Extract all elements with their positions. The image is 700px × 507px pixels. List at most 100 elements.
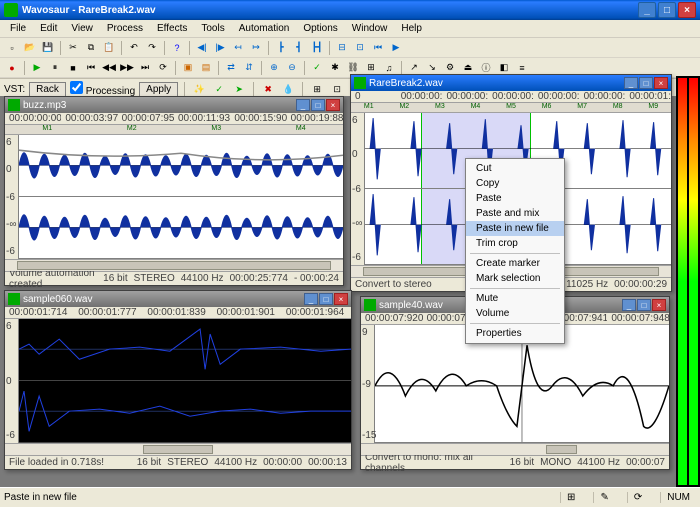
copy-icon[interactable]: ⧉ [83,40,99,56]
end-icon[interactable]: ⏭ [137,60,153,76]
doc-close-button[interactable]: × [334,293,348,305]
rack-button[interactable]: Rack [29,82,66,97]
doc-rare-titlebar[interactable]: RareBreak2.wav _ □ × [351,75,671,91]
maximize-button[interactable]: □ [658,2,676,18]
status-tool2-icon[interactable]: ✎ [593,492,614,503]
status-tool3-icon[interactable]: ⟳ [627,492,648,503]
doc-max-button[interactable]: □ [639,77,653,89]
crop-icon[interactable]: ⊡ [352,40,368,56]
new-icon[interactable]: ▫ [4,40,20,56]
processing-checkbox[interactable]: Processing [70,81,135,97]
loop-left-icon[interactable]: ↤ [230,40,246,56]
undo-icon[interactable]: ↶ [126,40,142,56]
ctx-copy[interactable]: Copy [466,176,564,191]
pause-icon[interactable]: ⏸ [47,60,63,76]
cfg1-icon[interactable]: ⊞ [309,81,325,97]
swap-icon[interactable]: ⇄ [223,60,239,76]
trim-icon[interactable]: ⊟ [334,40,350,56]
doc-close-button[interactable]: × [654,77,668,89]
ctx-paste-new-file[interactable]: Paste in new file [466,221,564,236]
doc-min-button[interactable]: _ [622,299,636,311]
mdi-area: buzz.mp3 _ □ × 00:00:00:00000:00:03:9770… [0,96,676,487]
help-icon[interactable]: ? [169,40,185,56]
menu-file[interactable]: File [4,21,32,36]
right-arrow-icon[interactable]: ➤ [231,81,247,97]
marker-row[interactable]: M1M2M3M4M5M6M7M8M9 [351,103,671,113]
play-small-icon[interactable]: ▶ [388,40,404,56]
ctx-mark-selection[interactable]: Mark selection [466,271,564,286]
menu-edit[interactable]: Edit [34,21,63,36]
open-icon[interactable]: 📂 [22,40,38,56]
doc-max-button[interactable]: □ [637,299,651,311]
cut-icon[interactable]: ✂ [65,40,81,56]
loop-icon[interactable]: ⟳ [155,60,171,76]
flip-icon[interactable]: ⇵ [241,60,257,76]
ctx-volume[interactable]: Volume [466,306,564,321]
sel-end-icon[interactable]: ┫ [291,40,307,56]
doc-min-button[interactable]: _ [296,99,310,111]
back-icon[interactable]: ◀◀ [101,60,117,76]
ctx-cut[interactable]: Cut [466,161,564,176]
sel-start-icon[interactable]: ┣ [273,40,289,56]
menu-help[interactable]: Help [395,21,428,36]
menu-tools[interactable]: Tools [195,21,230,36]
doc-close-button[interactable]: × [326,99,340,111]
play-icon[interactable]: ▶ [29,60,45,76]
ctx-paste[interactable]: Paste [466,191,564,206]
paste-icon[interactable]: 📋 [101,40,117,56]
doc-max-button[interactable]: □ [311,99,325,111]
ctx-paste-mix[interactable]: Paste and mix [466,206,564,221]
zoom-sel-icon[interactable]: ⊕ [266,60,282,76]
cfg2-icon[interactable]: ⊡ [329,81,345,97]
waveform-area[interactable]: 60-6 [5,319,351,443]
menu-options[interactable]: Options [297,21,343,36]
doc-max-button[interactable]: □ [319,293,333,305]
minimize-button[interactable]: _ [638,2,656,18]
fwd-icon[interactable]: ▶▶ [119,60,135,76]
save-icon[interactable]: 💾 [40,40,56,56]
ctx-separator [470,288,560,289]
stop-icon[interactable]: ■ [65,60,81,76]
loop-right-icon[interactable]: ↦ [248,40,264,56]
sel-all-icon[interactable]: ┣┫ [309,40,325,56]
context-menu: Cut Copy Paste Paste and mix Paste in ne… [465,158,565,344]
process-icon[interactable]: ✓ [309,60,325,76]
close-button[interactable]: × [678,2,696,18]
menu-automation[interactable]: Automation [233,21,296,36]
ctx-properties[interactable]: Properties [466,326,564,341]
marker-left-icon[interactable]: ◀| [194,40,210,56]
status-tool1-icon[interactable]: ⊞ [560,492,581,503]
skip-back-icon[interactable]: ⏮ [370,40,386,56]
apply-button[interactable]: Apply [139,82,178,97]
rewind-icon[interactable]: ⏮ [83,60,99,76]
waveform-area[interactable]: 60-6-∞-6 [5,135,343,259]
h-scrollbar[interactable] [5,443,351,455]
menu-view[interactable]: View [65,21,99,36]
h-scrollbar[interactable] [361,443,669,455]
ctx-trim-crop[interactable]: Trim crop [466,236,564,251]
check-icon[interactable]: ✓ [211,81,227,97]
marker-row[interactable]: M1M2M3M4 [5,125,343,135]
fx-icon[interactable]: ✱ [327,60,343,76]
marker-right-icon[interactable]: |▶ [212,40,228,56]
redo-icon[interactable]: ↷ [144,40,160,56]
menu-process[interactable]: Process [101,21,149,36]
doc-min-button[interactable]: _ [624,77,638,89]
h-scrollbar[interactable] [5,259,343,271]
cancel-icon[interactable]: ✖ [260,81,276,97]
doc-buzz-titlebar[interactable]: buzz.mp3 _ □ × [5,97,343,113]
ctx-create-marker[interactable]: Create marker [466,256,564,271]
sel-b-icon[interactable]: ▤ [198,60,214,76]
record-icon[interactable]: ● [4,60,20,76]
sel-a-icon[interactable]: ▣ [180,60,196,76]
ctx-mute[interactable]: Mute [466,291,564,306]
menu-window[interactable]: Window [346,21,394,36]
wand-icon[interactable]: ✨ [191,81,207,97]
menu-effects[interactable]: Effects [151,21,193,36]
dropper-icon[interactable]: 💧 [280,81,296,97]
zoom-full-icon[interactable]: ⊖ [284,60,300,76]
doc-s060-titlebar[interactable]: sample060.wav _ □ × [5,291,351,307]
doc-close-button[interactable]: × [652,299,666,311]
doc-min-button[interactable]: _ [304,293,318,305]
ctx-separator [470,323,560,324]
